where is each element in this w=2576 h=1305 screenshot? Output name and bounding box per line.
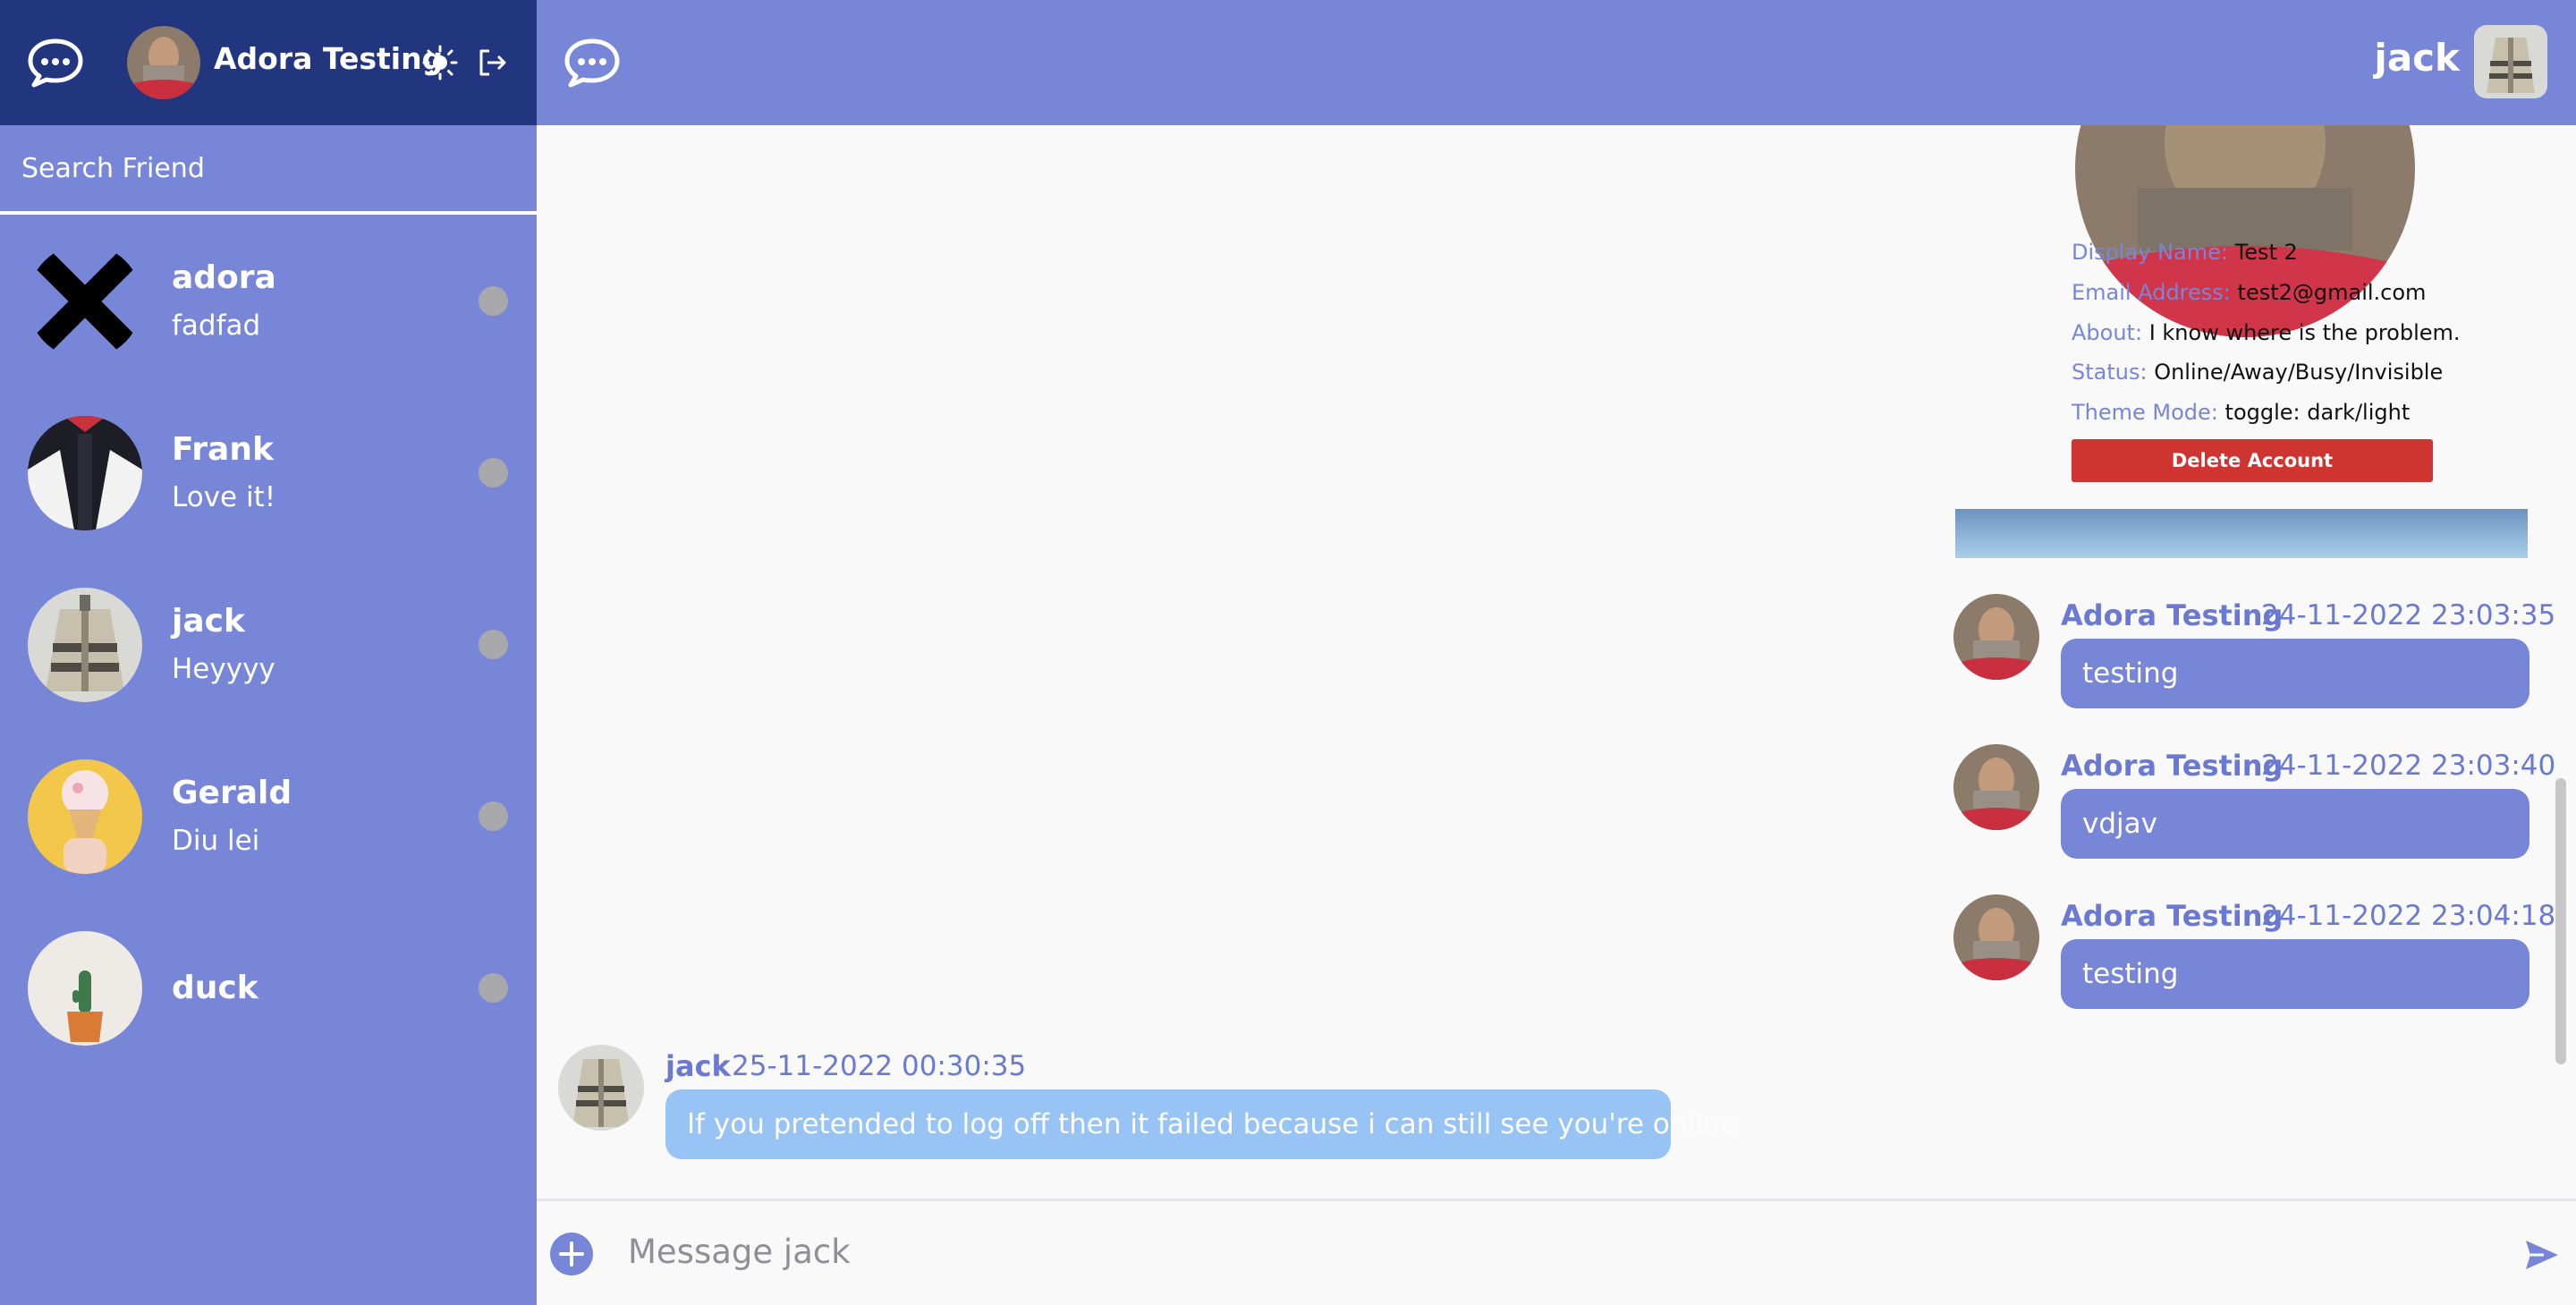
avatar (28, 931, 142, 1046)
field-value: test2@gmail.com (2237, 280, 2427, 305)
message-sender: jack (665, 1049, 731, 1083)
avatar (28, 759, 142, 874)
friend-name: jack (172, 603, 245, 640)
field-label: Email Address: (2072, 280, 2231, 305)
avatar (1953, 744, 2039, 830)
sidebar-header: Adora Testing (0, 0, 537, 125)
avatar (558, 1045, 644, 1131)
peer-name[interactable]: jack (2374, 36, 2460, 80)
sidebar: Adora Testing adora fadfad (0, 0, 537, 1305)
message-bubble: testing (2061, 939, 2529, 1009)
avatar (28, 588, 142, 702)
field-label: About: (2072, 320, 2143, 345)
field-value: Test 2 (2234, 240, 2298, 265)
status-dot (479, 973, 508, 1003)
avatar (1953, 894, 2039, 980)
field-value: I know where is the problem. (2148, 320, 2461, 345)
message-timestamp: 25-11-2022 00:30:35 (732, 1050, 1027, 1082)
message-timestamp: 24-11-2022 23:03:40 (2261, 750, 2556, 782)
message-bubble: If you pretended to log off then it fail… (665, 1089, 1737, 1159)
status-dot (479, 630, 508, 659)
message-timestamp: 24-11-2022 23:04:18 (2261, 900, 2556, 932)
image-attachment[interactable] (1955, 509, 2528, 558)
message-sender: Adora Testing (2061, 598, 2284, 632)
message-composer (537, 1199, 2576, 1305)
scrollbar[interactable] (2555, 778, 2566, 1064)
friend-item-adora[interactable]: adora fadfad (0, 215, 537, 386)
message-bubble: vdjav (2061, 789, 2529, 859)
chat-bubble-icon[interactable] (564, 38, 621, 88)
message-timestamp: 24-11-2022 23:03:35 (2261, 599, 2556, 631)
message-sender: Adora Testing (2061, 749, 2284, 783)
friend-item-frank[interactable]: Frank Love it! (0, 386, 537, 558)
sun-icon[interactable] (422, 45, 458, 81)
field-value: Online/Away/Busy/Invisible (2154, 360, 2444, 385)
field-label: Display Name: (2072, 240, 2228, 265)
status-dot (479, 286, 508, 316)
message-list[interactable]: Display Name: Test 2 Email Address: test… (537, 125, 2576, 1199)
chat-header: jack (537, 0, 2576, 125)
friend-name: duck (172, 970, 258, 1006)
friend-last-message: fadfad (172, 309, 261, 342)
friend-item-duck[interactable]: duck (0, 902, 537, 1073)
friend-item-jack[interactable]: jack Heyyyy (0, 558, 537, 730)
profile-theme-mode: Theme Mode: toggle: dark/light (2072, 400, 2410, 425)
profile-display-name: Display Name: Test 2 (2072, 240, 2298, 265)
status-dot (479, 801, 508, 831)
delete-account-button[interactable]: Delete Account (2072, 439, 2433, 482)
avatar (28, 416, 142, 530)
friend-last-message: Love it! (172, 481, 276, 513)
message-bubble: testing (2061, 639, 2529, 708)
plus-circle-icon[interactable] (549, 1232, 594, 1276)
profile-picture (2075, 125, 2415, 337)
search-friend (0, 125, 537, 215)
avatar (1953, 594, 2039, 680)
friend-item-gerald[interactable]: Gerald Diu lei (0, 730, 537, 902)
logout-icon[interactable] (478, 48, 508, 77)
avatar[interactable] (127, 26, 200, 99)
friend-name: Gerald (172, 775, 292, 811)
profile-status: Status: Online/Away/Busy/Invisible (2072, 360, 2443, 385)
current-user-name: Adora Testing (214, 41, 444, 76)
friend-last-message: Diu lei (172, 825, 260, 857)
send-icon[interactable] (2524, 1239, 2560, 1271)
chat-bubble-icon[interactable] (27, 38, 84, 88)
message-input[interactable] (628, 1224, 2327, 1278)
profile-email: Email Address: test2@gmail.com (2072, 280, 2426, 305)
friend-name: adora (172, 259, 276, 296)
field-label: Status: (2072, 360, 2148, 385)
avatar[interactable] (2474, 25, 2547, 98)
friend-last-message: Heyyyy (172, 653, 275, 685)
message-sender: Adora Testing (2061, 899, 2284, 933)
field-value: toggle: dark/light (2224, 400, 2411, 425)
avatar (28, 244, 142, 359)
status-dot (479, 458, 508, 487)
field-label: Theme Mode: (2072, 400, 2218, 425)
search-friend-input[interactable] (0, 125, 537, 211)
profile-about: About: I know where is the problem. (2072, 320, 2461, 345)
friend-name: Frank (172, 431, 274, 468)
